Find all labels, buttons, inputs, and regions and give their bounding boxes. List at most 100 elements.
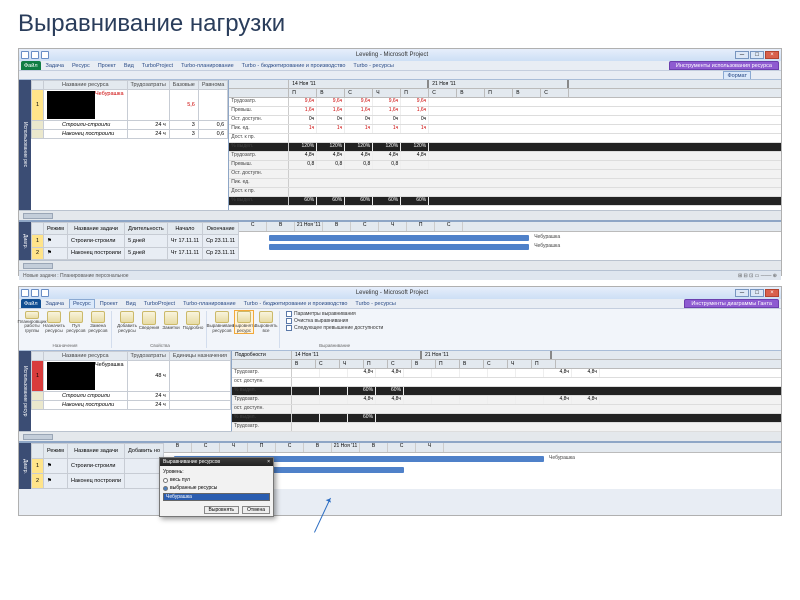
close-button[interactable]: × <box>765 289 779 297</box>
close-button[interactable]: × <box>765 51 779 59</box>
resource-cell[interactable]: Чебурашка <box>44 361 128 392</box>
task-name[interactable]: Строили-строили <box>67 459 124 474</box>
cell[interactable]: 5 дней <box>125 247 168 259</box>
substitute-button[interactable]: Замена ресурсов <box>89 311 107 333</box>
tab-task[interactable]: Задача <box>43 299 67 308</box>
cell[interactable] <box>169 401 230 410</box>
row-num[interactable]: 1 <box>32 361 44 392</box>
assign-resources-button[interactable]: Назначить ресурсы <box>45 311 63 333</box>
notes-button[interactable]: Заметки <box>162 311 180 333</box>
context-tab[interactable]: Инструменты использования ресурса <box>669 61 779 70</box>
gantt-bar[interactable] <box>269 235 529 241</box>
view-sidebar[interactable]: Использование ресур <box>19 351 31 431</box>
mode-cell[interactable]: ⚑ <box>44 235 68 247</box>
details-button[interactable]: Подробно <box>184 311 202 333</box>
cell[interactable] <box>125 474 164 489</box>
save-icon[interactable] <box>31 289 39 297</box>
resource-pool-button[interactable]: Пул ресурсов <box>67 311 85 333</box>
cell[interactable]: 24 ч <box>127 130 169 139</box>
cell[interactable]: 3 <box>169 130 198 139</box>
tab-project[interactable]: Проект <box>97 299 121 308</box>
add-resources-button[interactable]: Добавить ресурсы <box>118 311 136 333</box>
col-units[interactable]: Единицы назначения <box>169 352 230 361</box>
tab-format[interactable]: Формат <box>723 71 751 79</box>
context-tab[interactable]: Инструменты диаграммы Ганта <box>684 299 779 308</box>
view-sidebar[interactable]: Использование рес <box>19 80 31 210</box>
clear-leveling-button[interactable]: Очистка выравнивания <box>286 318 383 324</box>
task-cell[interactable]: Наконец построили <box>44 130 128 139</box>
dialog-close-icon[interactable]: × <box>267 459 270 465</box>
cell[interactable]: 0,6 <box>198 121 227 130</box>
row-num[interactable]: 1 <box>32 459 44 474</box>
col-resname[interactable]: Название ресурса <box>44 81 128 90</box>
maximize-button[interactable]: □ <box>750 51 764 59</box>
mode-cell[interactable]: ⚑ <box>44 474 68 489</box>
col[interactable]: Название задачи <box>67 223 124 235</box>
minimize-button[interactable]: ─ <box>735 289 749 297</box>
cell[interactable]: 5 дней <box>125 235 168 247</box>
task-cell[interactable]: Строили строили <box>44 392 128 401</box>
tab-file[interactable]: Файл <box>21 299 41 308</box>
tab-resource[interactable]: Ресурс <box>69 61 93 70</box>
cell[interactable]: 24 ч <box>127 401 169 410</box>
cancel-button[interactable]: Отмена <box>242 506 270 514</box>
gantt-bar[interactable] <box>269 244 529 250</box>
row-num[interactable]: 1 <box>32 90 44 121</box>
cell[interactable] <box>169 392 230 401</box>
leveling-options-button[interactable]: Параметры выравнивания <box>286 311 383 317</box>
row-num[interactable] <box>32 130 44 139</box>
task-name[interactable]: Наконец построили <box>67 247 124 259</box>
cell[interactable]: Ср 23.11.11 <box>203 235 239 247</box>
cell[interactable] <box>198 90 227 121</box>
col[interactable]: Добавить но <box>125 444 164 459</box>
resource-cell[interactable]: Чебурашка <box>44 90 128 121</box>
tab-turbo2[interactable]: Turbo-планирование <box>178 61 237 70</box>
tab-turbo4[interactable]: Turbo - ресурсы <box>352 299 398 308</box>
col[interactable]: Режим <box>44 444 68 459</box>
h-scrollbar[interactable] <box>19 210 781 220</box>
row-num[interactable] <box>32 121 44 130</box>
minimize-button[interactable]: ─ <box>735 51 749 59</box>
cell[interactable] <box>169 361 230 392</box>
level-now-button[interactable]: Выровнять <box>204 506 240 514</box>
tab-view[interactable]: Вид <box>121 61 137 70</box>
cell[interactable] <box>125 459 164 474</box>
team-planner-button[interactable]: Планировщик работы группы <box>23 311 41 333</box>
save-icon[interactable] <box>31 51 39 59</box>
cell[interactable]: 3 <box>169 121 198 130</box>
level-all-button[interactable]: Выровнять все <box>257 311 275 333</box>
timephased-grid[interactable]: 14 Ноя '11 21 Ноя '11 ПВСЧПСВПВС Трудоза… <box>228 80 781 210</box>
col[interactable]: Длительность <box>125 223 168 235</box>
maximize-button[interactable]: □ <box>750 289 764 297</box>
col[interactable]: Окончание <box>203 223 239 235</box>
col[interactable]: Название задачи <box>67 444 124 459</box>
tab-turbo1[interactable]: TurboProject <box>139 61 176 70</box>
col[interactable]: Начало <box>167 223 202 235</box>
task-name[interactable]: Наконец построили <box>67 474 124 489</box>
gantt-sidebar[interactable]: Диагр. <box>19 222 31 260</box>
col-work[interactable]: Трудозатраты <box>127 81 169 90</box>
cell[interactable]: 48 ч <box>127 361 169 392</box>
cell[interactable]: Ср 23.11.11 <box>203 247 239 259</box>
cell[interactable] <box>127 90 169 121</box>
undo-icon[interactable] <box>41 289 49 297</box>
tab-view[interactable]: Вид <box>123 299 139 308</box>
task-name[interactable]: Строили-строили <box>67 235 124 247</box>
row-num[interactable]: 2 <box>32 474 44 489</box>
radio-all-pool[interactable]: весь пул <box>163 477 270 483</box>
mode-cell[interactable]: ⚑ <box>44 247 68 259</box>
col[interactable]: Режим <box>44 223 68 235</box>
row-num[interactable]: 2 <box>32 247 44 259</box>
h-scrollbar[interactable] <box>19 431 781 441</box>
resources-listbox[interactable]: Чебурашка <box>163 493 270 501</box>
h-scrollbar-2[interactable] <box>19 260 781 270</box>
cell[interactable]: Чт 17.11.11 <box>167 235 202 247</box>
timephased-grid[interactable]: Подробности14 Ноя '1121 Ноя '11 ВСЧПСВПВ… <box>231 351 781 431</box>
tab-task[interactable]: Задача <box>43 61 67 70</box>
col-work[interactable]: Трудозатраты <box>127 352 169 361</box>
tab-turbo4[interactable]: Turbo - ресурсы <box>350 61 396 70</box>
cell[interactable]: 24 ч <box>127 121 169 130</box>
row-num[interactable] <box>32 401 44 410</box>
undo-icon[interactable] <box>41 51 49 59</box>
col-resname[interactable]: Название ресурса <box>44 352 128 361</box>
